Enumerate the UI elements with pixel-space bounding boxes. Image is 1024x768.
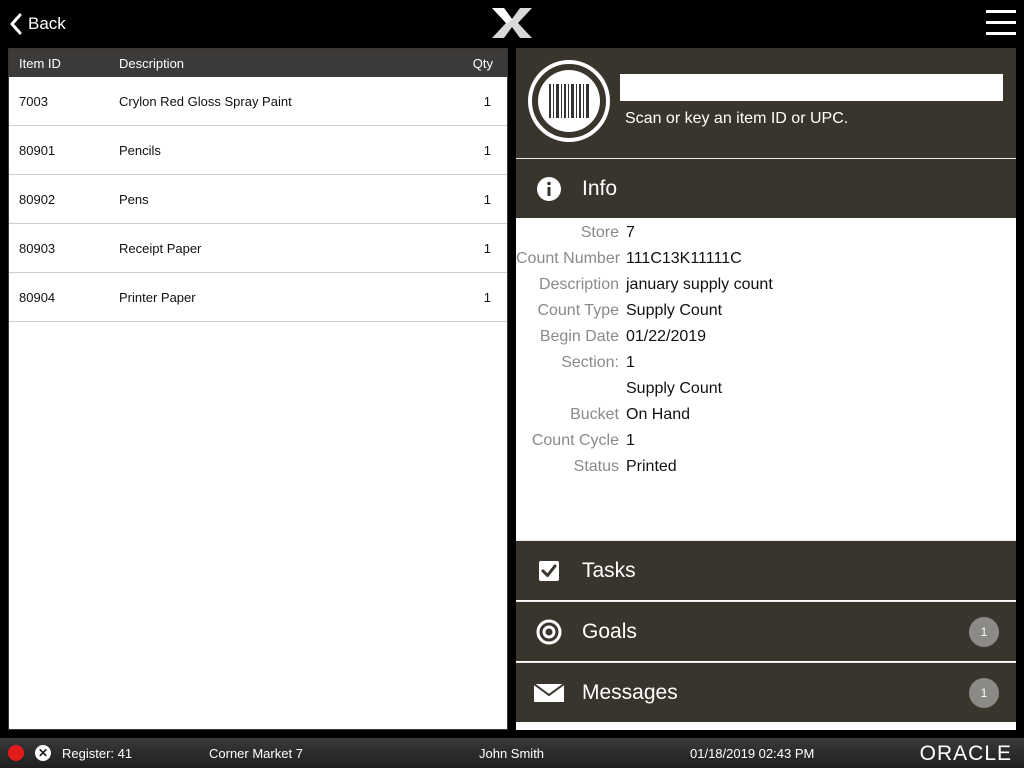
info-value: Supply Count	[626, 302, 723, 319]
cell-item-id: 80901	[19, 142, 56, 158]
table-row[interactable]: 7003 Crylon Red Gloss Spray Paint 1	[9, 77, 507, 126]
checkbox-icon	[539, 560, 559, 581]
table-row[interactable]: 80901 Pencils 1	[9, 126, 507, 175]
goals-count-badge: 1	[969, 617, 999, 647]
cell-description: Crylon Red Gloss Spray Paint	[119, 93, 292, 109]
tasks-section-header[interactable]: Tasks	[516, 540, 1016, 600]
table-row[interactable]: 80904 Printer Paper 1	[9, 273, 507, 322]
column-header-item-id: Item ID	[19, 55, 61, 71]
info-details: Store 7 Count Number 111C13K11111C Descrip…	[516, 220, 1016, 480]
info-label: Bucket	[570, 406, 619, 423]
scan-area: Scan or key an item ID or UPC.	[516, 48, 1016, 158]
info-label: Count Type	[537, 302, 619, 319]
table-row[interactable]: 80903 Receipt Paper 1	[9, 224, 507, 273]
info-label: Status	[573, 458, 619, 475]
info-icon	[537, 176, 561, 201]
column-header-qty: Qty	[472, 55, 493, 71]
messages-label: Messages	[582, 680, 678, 704]
info-section-header[interactable]: Info	[516, 158, 1016, 218]
cell-description: Printer Paper	[119, 289, 196, 305]
info-row: Count Type Supply Count	[516, 298, 1016, 324]
x-logo-icon	[492, 8, 532, 38]
goals-label: Goals	[582, 619, 637, 643]
tasks-label: Tasks	[582, 558, 636, 582]
messages-count-badge: 1	[969, 678, 999, 708]
cell-qty: 1	[483, 240, 491, 256]
envelope-icon	[534, 682, 564, 702]
info-label: Section:	[561, 354, 619, 371]
cell-qty: 1	[483, 191, 491, 207]
info-row: Description january supply count	[516, 272, 1016, 298]
info-row: Begin Date 01/22/2019	[516, 324, 1016, 350]
info-label: Count Number	[516, 250, 621, 267]
cell-qty: 1	[483, 289, 491, 305]
cell-qty: 1	[483, 142, 491, 158]
info-value: january supply count	[626, 276, 773, 293]
table-header: Item ID Description Qty	[9, 49, 507, 77]
info-value: 1	[626, 354, 635, 371]
info-row: Bucket On Hand	[516, 402, 1016, 428]
close-icon[interactable]: ✕	[35, 745, 51, 761]
info-row: Section: 1	[516, 350, 1016, 376]
info-value: On Hand	[626, 406, 691, 423]
item-scan-input[interactable]	[620, 74, 1003, 101]
cell-item-id: 80903	[19, 240, 56, 256]
info-label: Description	[538, 276, 619, 293]
info-value: 7	[626, 224, 635, 241]
goals-section-header[interactable]: Goals 1	[516, 601, 1016, 661]
info-title: Info	[582, 176, 618, 200]
chevron-left-icon	[10, 13, 22, 35]
info-value: 111C13K11111C	[626, 250, 742, 267]
cell-item-id: 80904	[19, 289, 56, 305]
cell-item-id: 80902	[19, 191, 56, 207]
register-label: Register: 41	[62, 746, 133, 761]
top-bar: Back	[0, 0, 1024, 48]
connection-status-icon	[8, 745, 24, 761]
info-row: Count Cycle 1	[516, 428, 1016, 454]
messages-section-header[interactable]: Messages 1	[516, 662, 1016, 722]
info-value: 01/22/2019	[626, 328, 707, 345]
back-label: Back	[28, 14, 66, 33]
table-row[interactable]: 80902 Pens 1	[9, 175, 507, 224]
user-label: John Smith	[479, 746, 545, 761]
cell-description: Pencils	[119, 142, 161, 158]
store-label: Corner Market 7	[209, 746, 303, 761]
status-bar: ✕ Register: 41 Corner Market 7 John Smit…	[0, 738, 1024, 768]
info-label: Begin Date	[539, 328, 619, 345]
column-header-description: Description	[119, 55, 185, 71]
barcode-scan-button[interactable]	[528, 60, 610, 142]
info-row: Count Number 111C13K11111C	[516, 246, 1016, 272]
info-value: Supply Count	[626, 380, 723, 397]
cell-description: Receipt Paper	[119, 240, 202, 256]
hamburger-menu-icon[interactable]	[986, 10, 1016, 38]
cell-description: Pens	[119, 191, 149, 207]
item-table: Item ID Description Qty 7003 Crylon Red …	[8, 48, 508, 730]
info-label: Store	[580, 224, 619, 241]
info-row: Status Printed	[516, 454, 1016, 480]
scan-hint: Scan or key an item ID or UPC.	[625, 110, 849, 127]
info-row: Store 7	[516, 220, 1016, 246]
info-value: 1	[626, 432, 635, 449]
cell-item-id: 7003	[19, 93, 48, 109]
info-value: Printed	[626, 458, 677, 475]
info-label: Count Cycle	[531, 432, 619, 449]
barcode-icon	[538, 70, 600, 132]
oracle-logo: ORACLE	[919, 742, 1012, 765]
detail-panel: Scan or key an item ID or UPC. Info Stor…	[516, 48, 1016, 730]
back-button[interactable]: Back	[10, 10, 66, 38]
info-row: Supply Count	[516, 376, 1016, 402]
target-icon	[536, 619, 562, 644]
datetime-label: 01/18/2019 02:43 PM	[690, 746, 815, 761]
cell-qty: 1	[483, 93, 491, 109]
